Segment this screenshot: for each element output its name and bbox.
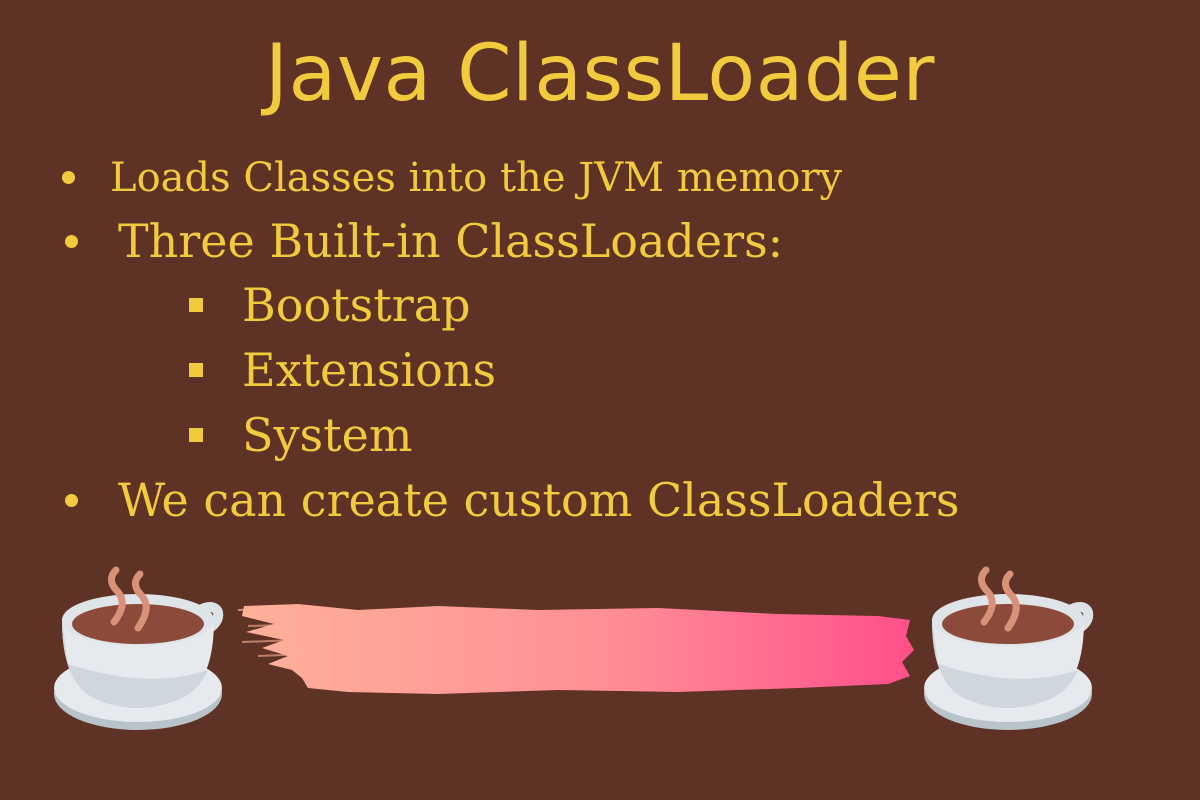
bullet-dot-icon xyxy=(65,494,78,507)
brush-stroke-divider xyxy=(238,604,914,694)
bullet-square-icon xyxy=(189,298,203,312)
coffee-cup-icon xyxy=(924,566,1094,730)
bullet-square-icon xyxy=(189,363,203,377)
bullet-text: We can create custom ClassLoaders xyxy=(118,473,960,527)
bullet-text: Loads Classes into the JVM memory xyxy=(110,155,843,201)
bullet-text: Three Built-in ClassLoaders: xyxy=(118,214,784,268)
bullet-dot-icon xyxy=(62,171,75,184)
sub-bullet-text: System xyxy=(242,408,413,462)
coffee-cup-icon xyxy=(54,566,224,730)
bullet-square-icon xyxy=(189,428,203,442)
sub-bullet-text: Extensions xyxy=(242,343,497,397)
sub-bullet-text: Bootstrap xyxy=(242,278,471,332)
bullet-dot-icon xyxy=(65,235,78,248)
slide-title: Java ClassLoader xyxy=(265,29,935,119)
